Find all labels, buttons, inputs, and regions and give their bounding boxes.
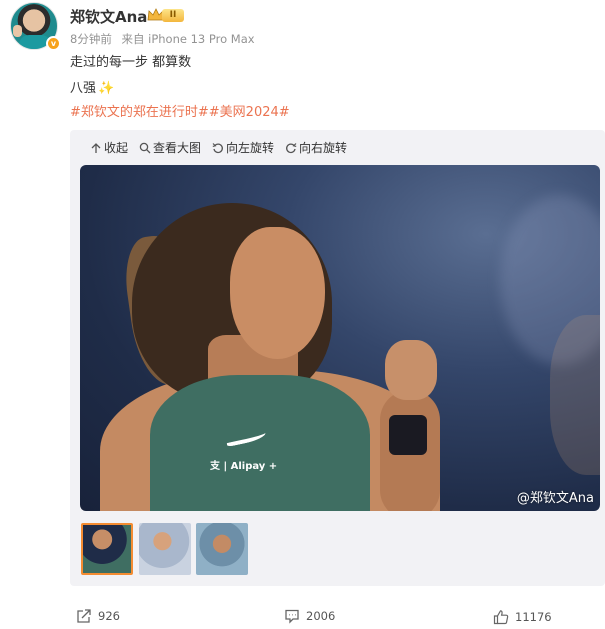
post-text-line2-label: 八强 [70, 81, 97, 96]
view-large-label: 查看大图 [153, 141, 202, 155]
view-large-button[interactable]: 查看大图 [139, 139, 201, 156]
share-count: 926 [98, 609, 120, 623]
like-button[interactable]: 11176 [493, 609, 552, 625]
rotate-right-button[interactable]: 向右旋转 [285, 139, 347, 156]
verified-badge-icon: v [46, 36, 61, 51]
sparkle-icon: ✨ [98, 81, 115, 96]
comment-count: 2006 [306, 609, 336, 623]
post-text-line1: 走过的每一步 都算数 [70, 55, 192, 70]
photo-watermark: @郑钦文Ana [516, 491, 594, 506]
alipay-logo: 支 | Alipay + [210, 461, 278, 472]
hashtag-link[interactable]: #郑钦文的郑在进行时##美网2024# [70, 101, 290, 120]
player-fist [385, 340, 437, 400]
collapse-label: 收起 [104, 141, 129, 155]
share-button[interactable]: 926 [76, 608, 120, 624]
rotate-right-label: 向右旋转 [299, 141, 348, 155]
thumbnail-2[interactable] [139, 523, 191, 575]
avatar-hand [13, 25, 22, 37]
collapse-icon [91, 142, 101, 153]
like-count: 11176 [515, 610, 552, 624]
author-name[interactable]: 郑钦文Ana [70, 6, 147, 27]
media-toolbar: 收起 查看大图 向左旋转 向右旋转 [90, 139, 358, 156]
post-source: 来自 iPhone 13 Pro Max [121, 32, 255, 46]
comment-icon [285, 609, 299, 624]
rotate-left-label: 向左旋转 [226, 141, 275, 155]
main-photo[interactable]: 支 | Alipay + @郑钦文Ana [80, 165, 600, 511]
level-badge[interactable]: II [162, 9, 184, 22]
post-text-line2: 八强 ✨ [70, 77, 114, 96]
player-tank-top [150, 375, 370, 511]
rotate-right-icon [286, 142, 297, 153]
thumbs-up-icon [493, 610, 509, 625]
rotate-left-icon [212, 142, 223, 153]
background-bokeh-2 [550, 315, 600, 475]
thumbnail-3[interactable] [196, 523, 248, 575]
player-wristband [389, 415, 427, 455]
search-icon [139, 142, 151, 153]
post-meta: 8分钟前 来自 iPhone 13 Pro Max [70, 31, 261, 47]
rotate-left-button[interactable]: 向左旋转 [212, 139, 274, 156]
player-face [230, 227, 325, 359]
collapse-button[interactable]: 收起 [90, 139, 128, 156]
post-time[interactable]: 8分钟前 [70, 32, 112, 46]
thumbnail-1[interactable] [81, 523, 133, 575]
comment-button[interactable]: 2006 [284, 608, 335, 624]
action-bar: 926 2006 11176 [0, 605, 605, 625]
share-icon [77, 609, 91, 623]
